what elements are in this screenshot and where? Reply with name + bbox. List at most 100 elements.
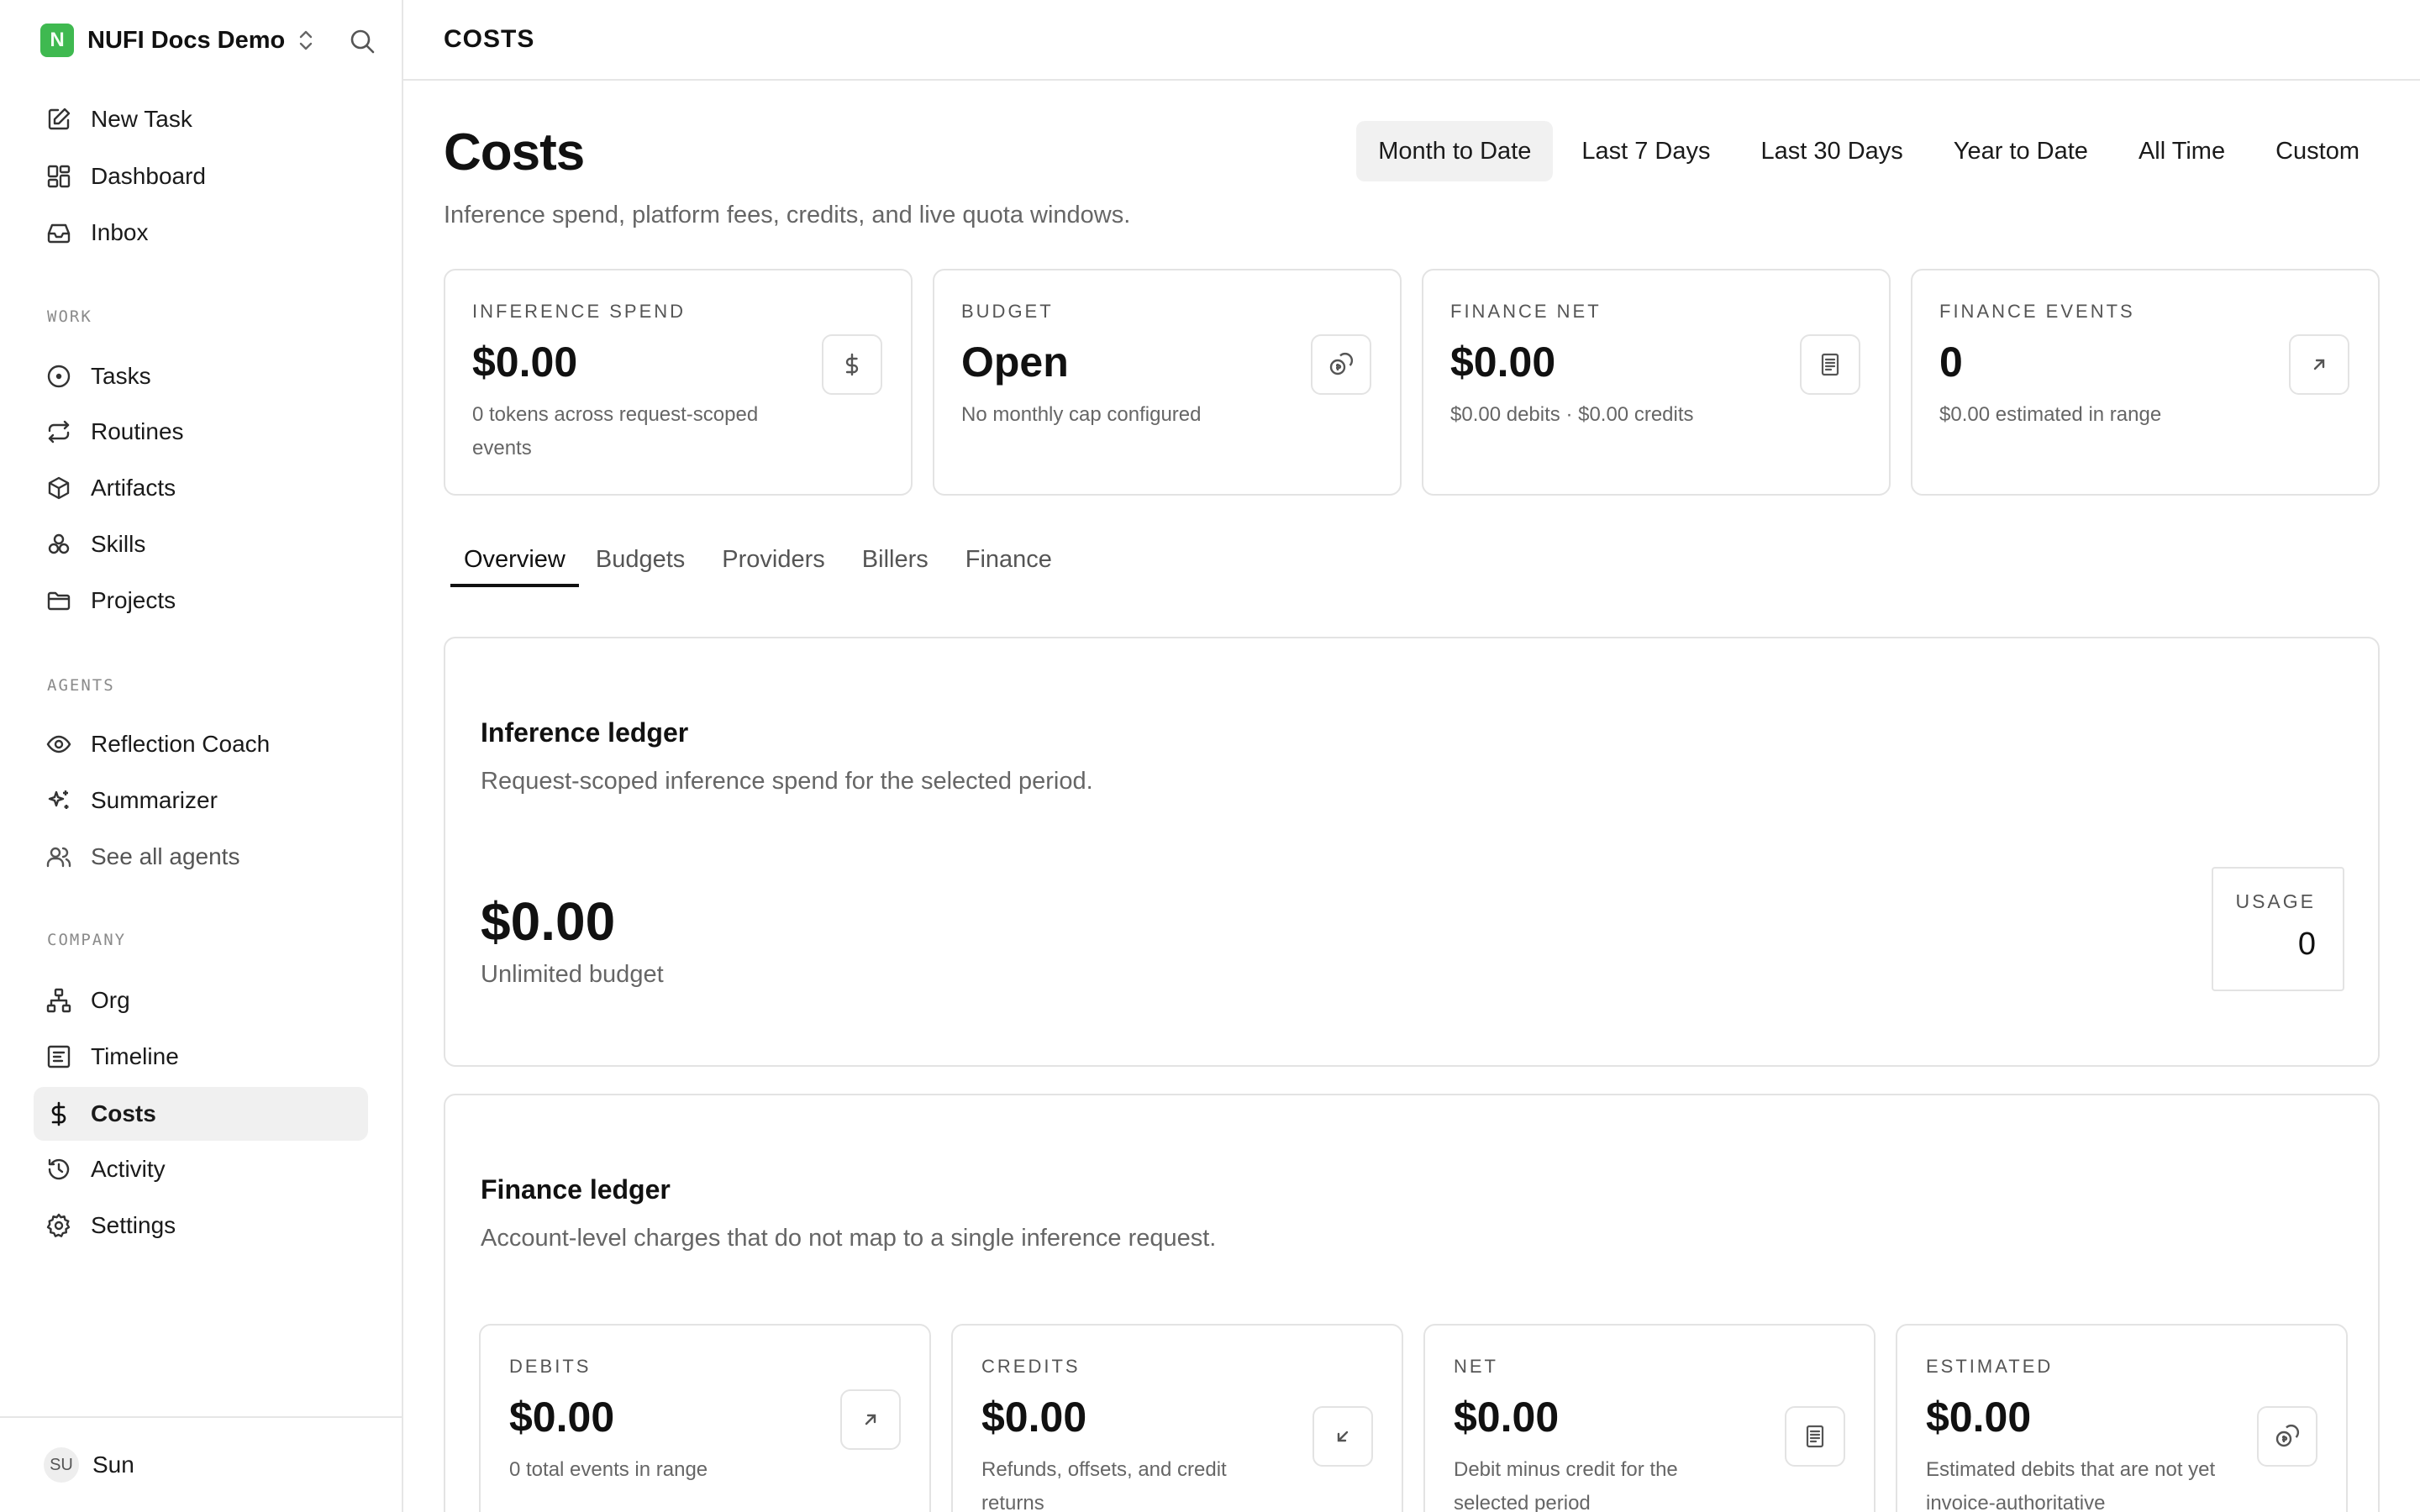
- timeline-icon: [45, 1043, 72, 1070]
- nav-agent-summarizer[interactable]: Summarizer: [34, 774, 368, 827]
- arrow-up-right-icon: [2289, 334, 2349, 395]
- nav-see-all-agents[interactable]: See all agents: [34, 830, 368, 884]
- inference-total-value: $0.00: [481, 891, 616, 952]
- arrow-down-left-icon: [1313, 1406, 1373, 1467]
- nav-tasks[interactable]: Tasks: [34, 349, 368, 403]
- nav-inbox[interactable]: Inbox: [34, 206, 368, 260]
- nav-label: Routines: [91, 418, 184, 444]
- card-inference-spend: INFERENCE SPEND $0.00 0 tokens across re…: [444, 269, 913, 496]
- tab-bar: Overview Budgets Providers Billers Finan…: [450, 538, 1089, 587]
- range-custom[interactable]: Custom: [2254, 121, 2381, 181]
- receipt-icon: [1785, 1406, 1845, 1467]
- nav-timeline[interactable]: Timeline: [34, 1030, 368, 1084]
- nav-artifacts[interactable]: Artifacts: [34, 461, 368, 515]
- user-menu[interactable]: SU Sun: [0, 1416, 402, 1512]
- repeat-icon: [45, 418, 72, 445]
- range-last-30-days[interactable]: Last 30 Days: [1739, 121, 1925, 181]
- nav-agent-reflection-coach[interactable]: Reflection Coach: [34, 717, 368, 771]
- card-description: Estimated debits that are not yet invoic…: [1926, 1458, 2216, 1512]
- workspace-name: NUFI Docs Demo: [87, 26, 286, 54]
- card-description: No monthly cap configured: [961, 403, 1202, 426]
- card-label: FINANCE NET: [1450, 301, 1602, 322]
- chevron-up-down-icon: [297, 29, 315, 51]
- nav-label: Inbox: [91, 219, 149, 245]
- panel-title: Inference ledger: [481, 717, 689, 748]
- section-label-company: COMPANY: [47, 931, 127, 949]
- nav-projects[interactable]: Projects: [34, 574, 368, 627]
- card-description: Debit minus credit for the selected peri…: [1454, 1458, 1678, 1512]
- range-all-time[interactable]: All Time: [2117, 121, 2247, 181]
- nav-routines[interactable]: Routines: [34, 405, 368, 459]
- coins-icon: [1311, 334, 1371, 395]
- eye-icon: [45, 731, 72, 758]
- card-description: 0 total events in range: [509, 1458, 708, 1481]
- main-content: COSTS Costs Inference spend, platform fe…: [403, 0, 2420, 1512]
- gear-icon: [45, 1212, 72, 1239]
- usage-value: 0: [2297, 927, 2316, 962]
- finance-cards: DEBITS $0.00 0 total events in range CRE…: [479, 1324, 2348, 1512]
- sparkles-icon: [45, 787, 72, 814]
- card-description: Refunds, offsets, and credit returns: [981, 1458, 1227, 1512]
- nav-label: Projects: [91, 587, 176, 613]
- tab-providers[interactable]: Providers: [722, 538, 845, 587]
- card-description: $0.00 debits · $0.00 credits: [1450, 403, 1694, 426]
- nav-label: Summarizer: [91, 787, 218, 813]
- page-subtitle: Inference spend, platform fees, credits,…: [444, 202, 1131, 228]
- card-budget: BUDGET Open No monthly cap configured: [933, 269, 1402, 496]
- date-range-selector: Month to Date Last 7 Days Last 30 Days Y…: [1356, 121, 2381, 181]
- tab-billers[interactable]: Billers: [862, 538, 949, 587]
- nav-label: Skills: [91, 531, 146, 557]
- nav-label: Activity: [91, 1156, 166, 1182]
- user-name: Sun: [92, 1452, 134, 1478]
- inbox-icon: [45, 219, 72, 246]
- nav-label: New Task: [91, 106, 192, 132]
- edit-icon: [45, 106, 72, 133]
- workspace-switcher[interactable]: N NUFI Docs Demo: [40, 24, 376, 57]
- card-estimated: ESTIMATED $0.00 Estimated debits that ar…: [1896, 1324, 2348, 1512]
- nav-org[interactable]: Org: [34, 974, 368, 1027]
- inference-ledger-panel: Inference ledger Request-scoped inferenc…: [444, 637, 2380, 1067]
- card-net: NET $0.00 Debit minus credit for the sel…: [1423, 1324, 1876, 1512]
- tab-overview[interactable]: Overview: [450, 538, 579, 587]
- nav-activity[interactable]: Activity: [34, 1142, 368, 1196]
- circle-dot-icon: [45, 363, 72, 390]
- search-icon[interactable]: [348, 27, 376, 55]
- card-label: FINANCE EVENTS: [1939, 301, 2135, 322]
- app-root: N NUFI Docs Demo New Task Dashboard Inbo…: [0, 0, 2420, 1512]
- card-label: DEBITS: [509, 1356, 592, 1377]
- card-label: NET: [1454, 1356, 1498, 1377]
- card-label: INFERENCE SPEND: [472, 301, 687, 322]
- dollar-icon: [822, 334, 882, 395]
- card-finance-events: FINANCE EVENTS 0 $0.00 estimated in rang…: [1911, 269, 2380, 496]
- coins-icon: [2257, 1406, 2317, 1467]
- package-icon: [45, 475, 72, 501]
- avatar: SU: [44, 1447, 79, 1483]
- card-debits: DEBITS $0.00 0 total events in range: [479, 1324, 931, 1512]
- nav-dashboard[interactable]: Dashboard: [34, 150, 368, 203]
- nav-label: See all agents: [91, 843, 240, 869]
- range-year-to-date[interactable]: Year to Date: [1932, 121, 2110, 181]
- nav-settings[interactable]: Settings: [34, 1199, 368, 1252]
- dashboard-icon: [45, 163, 72, 190]
- nav-costs[interactable]: Costs: [34, 1087, 368, 1141]
- panel-title: Finance ledger: [481, 1174, 671, 1205]
- nav-new-task[interactable]: New Task: [34, 92, 368, 146]
- summary-cards: INFERENCE SPEND $0.00 0 tokens across re…: [444, 269, 2380, 496]
- receipt-icon: [1800, 334, 1860, 395]
- range-last-7-days[interactable]: Last 7 Days: [1560, 121, 1732, 181]
- workspace-logo: N: [40, 24, 74, 57]
- range-month-to-date[interactable]: Month to Date: [1356, 121, 1554, 181]
- tab-finance[interactable]: Finance: [965, 538, 1072, 587]
- nav-skills[interactable]: Skills: [34, 517, 368, 571]
- nav-label: Timeline: [91, 1043, 179, 1069]
- arrow-up-right-icon: [840, 1389, 901, 1450]
- card-description: 0 tokens across request-scoped events: [472, 403, 759, 459]
- network-icon: [45, 987, 72, 1014]
- boxes-icon: [45, 531, 72, 558]
- nav-label: Costs: [91, 1100, 156, 1126]
- card-label: BUDGET: [961, 301, 1054, 322]
- nav-label: Tasks: [91, 363, 151, 389]
- tab-budgets[interactable]: Budgets: [596, 538, 705, 587]
- topbar: COSTS: [403, 0, 2420, 81]
- nav-label: Reflection Coach: [91, 731, 271, 757]
